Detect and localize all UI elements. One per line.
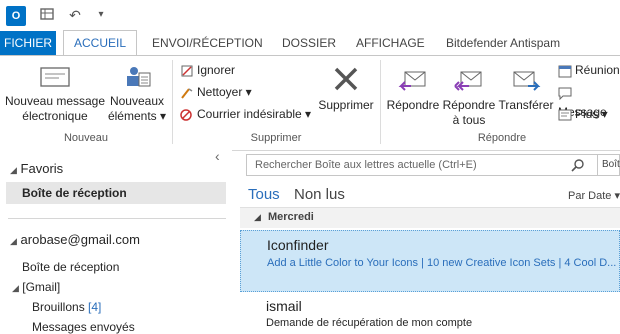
- favorite-inbox[interactable]: Boîte de réception: [6, 182, 226, 204]
- ribbon-tabs: FICHIER ACCUEIL ENVOI/RÉCEPTION DOSSIER …: [0, 30, 620, 56]
- collapse-group-icon: ◢: [254, 212, 261, 222]
- meeting-label: Réunion: [575, 63, 620, 77]
- group-header-label: Mercredi: [268, 211, 314, 223]
- group-header-wednesday[interactable]: ◢ Mercredi: [240, 207, 620, 228]
- favorites-header[interactable]: ◢ Favoris: [10, 161, 63, 176]
- tab-home[interactable]: ACCUEIL: [63, 30, 137, 56]
- junk-icon: [180, 108, 194, 122]
- reply-icon: [398, 71, 426, 91]
- tab-folder[interactable]: DOSSIER: [282, 31, 336, 55]
- reply-label: Répondre: [386, 98, 440, 112]
- ribbon-separator: [172, 60, 173, 144]
- calendar-icon: [558, 64, 572, 78]
- reply-all-label-1: Répondre: [442, 98, 496, 112]
- im-icon: [558, 86, 572, 101]
- forward-icon: [513, 71, 541, 91]
- tab-bitdefender[interactable]: Bitdefender Antispam: [446, 31, 560, 55]
- tab-file[interactable]: FICHIER: [0, 31, 56, 55]
- clean-up-label: Nettoyer ▾: [197, 85, 252, 99]
- title-bar: O ↶ ▾: [0, 0, 620, 30]
- customize-toolbar-icon[interactable]: ▾: [92, 6, 110, 24]
- new-items-label-2: éléments ▾: [107, 109, 167, 123]
- junk-label: Courrier indésirable ▾: [197, 107, 312, 121]
- folder-gmail[interactable]: ◢ [Gmail]: [12, 280, 60, 294]
- reply-button[interactable]: Répondre: [384, 64, 442, 113]
- more-button[interactable]: Plus ▾: [558, 104, 608, 124]
- more-icon: [558, 108, 572, 122]
- group-new-label: Nouveau: [63, 132, 109, 144]
- new-email-label-1: Nouveau message: [4, 94, 106, 108]
- drafts-count-badge: [4]: [88, 300, 102, 314]
- new-items-button[interactable]: Nouveaux éléments ▾: [106, 64, 168, 124]
- forward-label: Transférer: [498, 98, 554, 112]
- undo-icon[interactable]: ↶: [66, 6, 84, 24]
- ignore-label: Ignorer: [197, 63, 236, 77]
- delete-button[interactable]: Supprimer: [316, 64, 376, 113]
- folder-inbox[interactable]: Boîte de réception: [22, 260, 119, 274]
- mail-sender: Iconfinder: [267, 237, 329, 253]
- mail-sender: ismail: [266, 298, 302, 314]
- mailbox-scope-dropdown[interactable]: Boîte aux lettres actuelle ▾: [597, 154, 620, 176]
- new-email-button[interactable]: Nouveau message électronique: [4, 64, 106, 124]
- account-header[interactable]: ◢ arobase@gmail.com: [10, 232, 140, 247]
- folder-sent[interactable]: Messages envoyés: [32, 320, 135, 334]
- more-label: Plus ▾: [575, 107, 608, 121]
- expand-arrow-icon: ◢: [10, 165, 17, 175]
- delete-icon: [334, 67, 358, 91]
- ignore-icon: [180, 64, 194, 78]
- send-receive-icon[interactable]: [38, 6, 56, 24]
- reply-all-icon: [454, 71, 482, 91]
- navigation-pane: ‹ ◢ Favoris Boîte de réception ◢ arobase…: [0, 148, 232, 334]
- tab-send-receive[interactable]: ENVOI/RÉCEPTION: [152, 31, 263, 55]
- new-email-label-2: électronique: [22, 109, 88, 123]
- group-respond-label: Répondre: [477, 132, 527, 144]
- search-placeholder: Rechercher Boîte aux lettres actuelle (C…: [255, 159, 477, 171]
- favorites-label: Favoris: [20, 161, 64, 176]
- clean-up-icon: [180, 86, 194, 100]
- search-box[interactable]: Rechercher Boîte aux lettres actuelle (C…: [246, 154, 620, 176]
- mail-item[interactable]: ismail Demande de récupération de mon co…: [240, 294, 620, 330]
- meeting-button[interactable]: Réunion: [558, 60, 620, 80]
- nav-separator: [8, 218, 226, 219]
- delete-label: Supprimer: [318, 98, 374, 112]
- collapse-pane-icon[interactable]: ‹: [215, 148, 220, 164]
- tab-view[interactable]: AFFICHAGE: [356, 31, 425, 55]
- expand-arrow-icon: ◢: [10, 236, 17, 246]
- forward-button[interactable]: Transférer: [496, 64, 556, 113]
- new-items-icon: [127, 67, 151, 87]
- folder-gmail-label: [Gmail]: [22, 280, 61, 294]
- mail-subject: Add a Little Color to Your Icons | 10 ne…: [267, 257, 617, 269]
- mail-subject: Demande de récupération de mon compte: [266, 317, 473, 329]
- reply-all-label-2: à tous: [452, 113, 486, 127]
- sort-by-date[interactable]: Par Date ▾: [568, 189, 620, 202]
- group-delete-label: Supprimer: [250, 132, 302, 144]
- mail-item-selected[interactable]: Iconfinder Add a Little Color to Your Ic…: [240, 230, 620, 292]
- filter-unread[interactable]: Non lus: [294, 186, 345, 203]
- clean-up-button[interactable]: Nettoyer ▾: [180, 82, 252, 102]
- expand-arrow-icon: ◢: [12, 283, 19, 293]
- ignore-button[interactable]: Ignorer: [180, 60, 235, 80]
- filter-all[interactable]: Tous: [248, 186, 280, 203]
- junk-button[interactable]: Courrier indésirable ▾: [180, 104, 311, 124]
- ribbon: Nouveau message électronique Nouveaux él…: [0, 55, 620, 151]
- new-email-icon: [40, 67, 70, 87]
- outlook-app-icon[interactable]: O: [6, 6, 26, 26]
- message-button[interactable]: Message: [558, 82, 620, 119]
- account-label: arobase@gmail.com: [20, 232, 140, 247]
- reply-all-button[interactable]: Répondre à tous: [440, 64, 498, 128]
- ribbon-separator: [380, 60, 381, 144]
- search-icon[interactable]: [571, 158, 585, 175]
- folder-drafts[interactable]: Brouillons [4]: [32, 300, 101, 314]
- favorite-inbox-label: Boîte de réception: [22, 186, 127, 200]
- new-items-label-1: Nouveaux: [109, 94, 165, 108]
- folder-drafts-label: Brouillons: [32, 300, 85, 314]
